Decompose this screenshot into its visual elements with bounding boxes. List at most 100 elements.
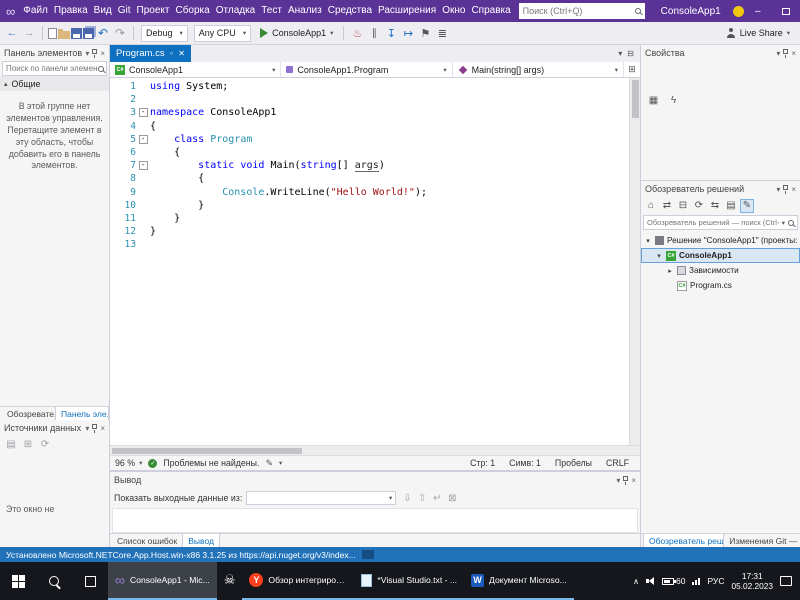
language-indicator[interactable]: РУС xyxy=(707,576,724,586)
add-icon[interactable] xyxy=(22,438,34,450)
code-editor[interactable]: 1 using System; 2 3- namespace ConsoleApp1 4{… xyxy=(110,78,640,445)
zoom-selector[interactable]: 96 % ▾ xyxy=(115,458,142,468)
save-icon[interactable] xyxy=(71,27,82,39)
output-tab-0[interactable]: Список ошибок xyxy=(112,534,182,547)
chevron-down-icon[interactable]: ▾ xyxy=(85,424,89,433)
toolbox-group-header[interactable]: ▴ Общие xyxy=(0,76,109,91)
redo-icon[interactable] xyxy=(112,25,128,41)
code-line-8[interactable]: 8 { xyxy=(110,172,629,185)
code-line-2[interactable]: 2 xyxy=(110,93,629,106)
code-line-12[interactable]: 12} xyxy=(110,225,629,238)
menu-item-7[interactable]: Тест xyxy=(258,0,285,22)
project-dropdown[interactable]: C# ConsoleApp1 ▾ xyxy=(110,62,282,77)
menu-item-5[interactable]: Сборка xyxy=(172,0,212,22)
close-icon[interactable]: × xyxy=(791,185,796,194)
menu-item-9[interactable]: Средства xyxy=(325,0,375,22)
code-line-7[interactable]: 7- static void Main(string[] args) xyxy=(110,159,629,173)
volume-icon[interactable] xyxy=(645,576,655,586)
code-line-6[interactable]: 6 { xyxy=(110,146,629,159)
fold-collapse-icon[interactable]: - xyxy=(138,161,148,171)
solution-explorer-header[interactable]: Обозреватель решений ▾ × xyxy=(641,181,800,197)
output-content[interactable] xyxy=(112,508,638,533)
problems-indicator[interactable]: Проблемы не найдены. xyxy=(163,458,259,468)
solution-tab-1[interactable]: Изменения Git — п... xyxy=(724,534,800,547)
refresh-icon[interactable] xyxy=(39,438,51,450)
pin-icon[interactable] xyxy=(92,48,98,58)
char-position[interactable]: Симв: 1 xyxy=(509,458,541,468)
tree-item-3[interactable]: C# Program.cs xyxy=(641,278,800,293)
member-dropdown[interactable]: Main(string[] args) ▾ xyxy=(453,62,624,77)
toolbox-tab-0[interactable]: Обозревате... xyxy=(2,407,55,420)
step-into-icon[interactable] xyxy=(383,25,399,41)
data-sources-header[interactable]: Источники данных ▾ × xyxy=(0,420,109,436)
code-cleanup-icon[interactable]: ✎ xyxy=(265,458,273,469)
save-all-icon[interactable] xyxy=(83,27,94,39)
open-icon[interactable] xyxy=(58,28,70,39)
close-icon[interactable]: × xyxy=(791,49,796,58)
quick-search-box[interactable]: Поиск (Ctrl+Q) xyxy=(518,3,645,19)
code-line-5[interactable]: 5- class Program xyxy=(110,133,629,146)
show-all-icon[interactable] xyxy=(724,199,738,213)
close-icon[interactable]: × xyxy=(631,476,636,485)
tree-expander-icon[interactable]: ▾ xyxy=(644,237,652,245)
menu-item-6[interactable]: Отладка xyxy=(213,0,259,22)
tree-item-2[interactable]: ▸ Зависимости xyxy=(641,263,800,278)
taskbar-app-skull[interactable]: ☠ xyxy=(217,562,243,600)
fold-collapse-icon[interactable]: - xyxy=(138,108,148,118)
network-icon[interactable] xyxy=(692,577,701,585)
jump-up-icon[interactable] xyxy=(415,491,429,505)
menu-item-4[interactable]: Проект xyxy=(134,0,173,22)
menu-item-12[interactable]: Справка xyxy=(468,0,513,22)
tab-program-cs[interactable]: Program.cs ○ ✕ xyxy=(110,45,191,62)
code-line-4[interactable]: 4{ xyxy=(110,120,629,133)
line-ending-indicator[interactable]: CRLF xyxy=(606,458,629,468)
close-tab-icon[interactable]: ✕ xyxy=(178,49,185,58)
code-line-13[interactable]: 13 xyxy=(110,238,629,251)
categorized-icon[interactable] xyxy=(647,94,660,107)
forward-icon[interactable] xyxy=(21,25,37,41)
scrollbar-thumb[interactable] xyxy=(632,80,639,118)
task-view-button[interactable] xyxy=(72,562,108,600)
jump-down-icon[interactable] xyxy=(400,491,414,505)
bookmark-icon[interactable] xyxy=(417,25,433,41)
chevron-down-icon[interactable]: ▾ xyxy=(776,185,780,194)
output-header[interactable]: Вывод ▾ × xyxy=(110,472,640,488)
taskbar-app-visual-studio[interactable]: ∞ ConsoleApp1 - Mic... xyxy=(108,562,217,600)
scrollbar-thumb[interactable] xyxy=(112,448,302,454)
taskbar-app-yandex[interactable]: Y Обзор интегриров... xyxy=(242,562,355,600)
toolbox-header[interactable]: Панель элементов ▾ × xyxy=(0,45,109,61)
menu-item-0[interactable]: Файл xyxy=(20,0,51,22)
chevron-down-icon[interactable]: ▾ xyxy=(776,49,780,58)
pin-icon[interactable] xyxy=(623,475,629,485)
new-file-icon[interactable] xyxy=(48,27,57,39)
events-icon[interactable] xyxy=(667,94,680,107)
type-dropdown[interactable]: ConsoleApp1.Program ▾ xyxy=(281,62,453,77)
tree-expander-icon[interactable]: ▸ xyxy=(666,267,674,275)
output-source-dropdown[interactable]: ▾ xyxy=(246,491,397,505)
close-icon[interactable]: × xyxy=(100,424,105,433)
back-icon[interactable] xyxy=(4,25,20,41)
tree-expander-icon[interactable]: ▾ xyxy=(655,252,663,260)
sync-icon[interactable] xyxy=(708,199,722,213)
action-center-icon[interactable] xyxy=(780,576,792,586)
code-line-10[interactable]: 10 } xyxy=(110,199,629,212)
taskbar-clock[interactable]: 17:31 05.02.2023 xyxy=(731,571,773,592)
home-icon[interactable] xyxy=(644,199,658,213)
battery-indicator[interactable]: 60 xyxy=(661,576,685,586)
menu-item-8[interactable]: Анализ xyxy=(285,0,325,22)
undo-icon[interactable] xyxy=(95,25,111,41)
tray-expand-icon[interactable]: ∧ xyxy=(633,577,639,586)
menu-item-3[interactable]: Git xyxy=(115,0,134,22)
output-tab-1[interactable]: Вывод xyxy=(182,534,220,547)
wrap-icon[interactable] xyxy=(430,491,444,505)
refresh-icon[interactable] xyxy=(692,199,706,213)
pin-icon[interactable] xyxy=(92,423,98,433)
switch-icon[interactable] xyxy=(660,199,674,213)
grid-icon[interactable] xyxy=(5,438,17,450)
collapse-all-icon[interactable] xyxy=(676,199,690,213)
taskbar-app-word[interactable]: W Документ Microso... xyxy=(464,562,574,600)
horizontal-scrollbar[interactable] xyxy=(110,445,640,455)
float-window-icon[interactable]: ⊟ xyxy=(627,49,634,58)
toolbox-tab-1[interactable]: Панель эле... xyxy=(55,407,109,420)
close-icon[interactable]: × xyxy=(100,49,105,58)
